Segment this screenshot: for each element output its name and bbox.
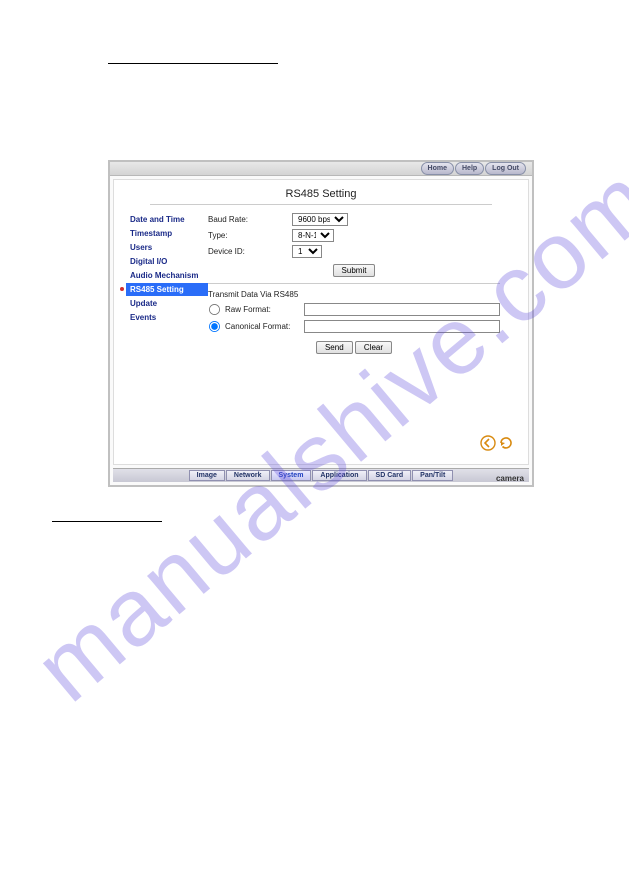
logout-button[interactable]: Log Out xyxy=(485,162,526,175)
main-settings: Baud Rate: 9600 bps Type: 8-N-1 Device I… xyxy=(208,213,528,354)
device-id-select[interactable]: 1 xyxy=(292,245,322,258)
clear-button[interactable]: Clear xyxy=(355,341,392,354)
baud-rate-row: Baud Rate: 9600 bps xyxy=(208,213,500,226)
type-label: Type: xyxy=(208,231,292,240)
raw-format-row: Raw Format: xyxy=(208,303,500,316)
sidebar-item-date-time[interactable]: Date and Time xyxy=(126,213,208,226)
raw-format-input[interactable] xyxy=(304,303,500,316)
type-row: Type: 8-N-1 xyxy=(208,229,500,242)
submit-row: Submit xyxy=(208,264,500,277)
sidebar-item-events[interactable]: Events xyxy=(126,311,208,324)
corner-logo xyxy=(480,435,514,456)
sidebar-item-update[interactable]: Update xyxy=(126,297,208,310)
tab-application[interactable]: Application xyxy=(312,470,366,481)
top-horizontal-rule xyxy=(108,63,278,64)
home-button[interactable]: Home xyxy=(421,162,454,175)
baud-rate-select[interactable]: 9600 bps xyxy=(292,213,348,226)
baud-rate-label: Baud Rate: xyxy=(208,215,292,224)
content-area: Date and Time Timestamp Users Digital I/… xyxy=(114,205,528,354)
device-id-label: Device ID: xyxy=(208,247,292,256)
device-id-row: Device ID: 1 xyxy=(208,245,500,258)
raw-format-option[interactable]: Raw Format: xyxy=(208,303,304,316)
sidebar-item-users[interactable]: Users xyxy=(126,241,208,254)
canonical-format-label: Canonical Format: xyxy=(225,322,290,331)
transmit-heading: Transmit Data Via RS485 xyxy=(208,290,500,299)
tab-network[interactable]: Network xyxy=(226,470,270,481)
panel-inner: RS485 Setting Date and Time Timestamp Us… xyxy=(113,179,529,465)
sidebar-menu: Date and Time Timestamp Users Digital I/… xyxy=(126,213,208,354)
bottom-tab-bar: Image Network System Application SD Card… xyxy=(113,468,529,482)
sidebar-item-timestamp[interactable]: Timestamp xyxy=(126,227,208,240)
top-button-group: Home Help Log Out xyxy=(421,162,526,175)
refresh-icon xyxy=(498,435,514,456)
section-divider xyxy=(208,283,500,284)
submit-button[interactable]: Submit xyxy=(333,264,376,277)
tab-image[interactable]: Image xyxy=(189,470,225,481)
page-title: RS485 Setting xyxy=(114,180,528,200)
sidebar-item-rs485-setting[interactable]: RS485 Setting xyxy=(126,283,208,296)
sidebar-item-digital-io[interactable]: Digital I/O xyxy=(126,255,208,268)
settings-panel: Home Help Log Out RS485 Setting Date and… xyxy=(108,160,534,487)
panel-header-bar: Home Help Log Out xyxy=(110,162,532,176)
tab-sd-card[interactable]: SD Card xyxy=(368,470,412,481)
footer-camera-label: camera xyxy=(496,474,524,483)
tab-system[interactable]: System xyxy=(271,470,312,481)
canonical-format-row: Canonical Format: xyxy=(208,320,500,333)
raw-format-label: Raw Format: xyxy=(225,305,271,314)
raw-format-radio[interactable] xyxy=(209,304,220,315)
send-clear-row: Send Clear xyxy=(208,341,500,354)
canonical-format-radio[interactable] xyxy=(209,321,220,332)
help-button[interactable]: Help xyxy=(455,162,484,175)
canonical-format-option[interactable]: Canonical Format: xyxy=(208,320,304,333)
send-button[interactable]: Send xyxy=(316,341,353,354)
back-arrow-icon xyxy=(480,435,496,456)
tab-pan-tilt[interactable]: Pan/Tilt xyxy=(412,470,453,481)
sidebar-item-audio-mechanism[interactable]: Audio Mechanism xyxy=(126,269,208,282)
canonical-format-input[interactable] xyxy=(304,320,500,333)
bottom-horizontal-rule xyxy=(52,521,162,522)
type-select[interactable]: 8-N-1 xyxy=(292,229,334,242)
